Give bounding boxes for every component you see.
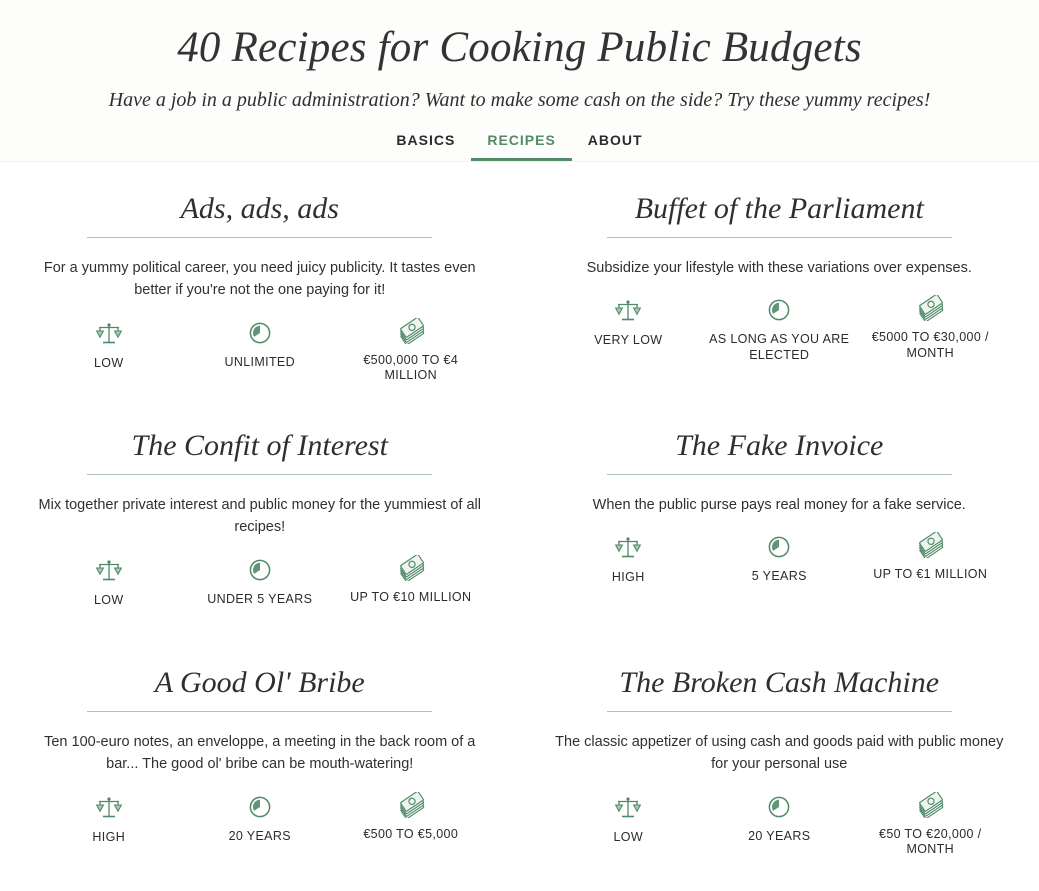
recipe-title: A Good Ol' Bribe xyxy=(28,666,492,705)
stat-clock: 20 YEARS xyxy=(184,794,335,846)
title-divider xyxy=(87,237,432,238)
stat-scales: LOW xyxy=(553,794,704,858)
stat-banknotes: €500,000 TO €4 MILLION xyxy=(335,320,486,384)
recipe-card: The Confit of Interest Mix together priva… xyxy=(0,417,520,654)
recipe-stats: HIGH 5 YEARS UP TO €1 MILLION xyxy=(548,534,1012,586)
stat-label: LOW xyxy=(94,593,124,609)
stat-scales: HIGH xyxy=(33,794,184,846)
stat-banknotes: €5000 TO €30,000 / MONTH xyxy=(855,297,1006,363)
stat-label: LOW xyxy=(613,830,643,846)
clock-icon xyxy=(248,320,272,346)
banknotes-icon xyxy=(396,318,426,344)
recipe-stats: LOW 20 YEARS €50 TO €20,000 / MONTH xyxy=(548,794,1012,858)
recipe-stats: LOW UNDER 5 YEARS UP TO €10 MILLION xyxy=(28,557,492,609)
stat-clock: UNDER 5 YEARS xyxy=(184,557,335,609)
stat-label: 5 YEARS xyxy=(752,569,807,585)
page-title: 40 Recipes for Cooking Public Budgets xyxy=(0,24,1039,72)
clock-icon xyxy=(767,794,791,820)
recipe-title: Ads, ads, ads xyxy=(28,192,492,231)
clock-icon xyxy=(248,794,272,820)
stat-banknotes: UP TO €1 MILLION xyxy=(855,534,1006,586)
recipe-stats: LOW UNLIMITED €500,000 TO €4 MILLION xyxy=(28,320,492,384)
stat-scales: HIGH xyxy=(553,534,704,586)
stat-scales: VERY LOW xyxy=(553,297,704,363)
stat-label: UP TO €1 MILLION xyxy=(873,567,987,583)
stat-label: HIGH xyxy=(612,570,645,586)
recipe-card: Ads, ads, ads For a yummy political caree… xyxy=(0,180,520,417)
stat-label: LOW xyxy=(94,356,124,372)
nav-item-about[interactable]: ABOUT xyxy=(572,129,659,161)
recipe-title: The Broken Cash Machine xyxy=(548,666,1012,705)
scales-icon xyxy=(96,321,122,347)
stat-clock: UNLIMITED xyxy=(184,320,335,384)
banknotes-icon xyxy=(915,532,945,558)
nav-item-recipes[interactable]: RECIPES xyxy=(471,129,571,161)
banknotes-icon xyxy=(915,792,945,818)
stat-clock: 5 YEARS xyxy=(704,534,855,586)
recipe-description: When the public purse pays real money fo… xyxy=(553,494,1005,516)
recipe-description: Ten 100-euro notes, an enveloppe, a meet… xyxy=(34,731,486,776)
stat-scales: LOW xyxy=(33,320,184,384)
main-nav: BASICSRECIPESABOUT xyxy=(0,129,1039,161)
banknotes-icon xyxy=(396,555,426,581)
recipe-description: For a yummy political career, you need j… xyxy=(34,257,486,302)
recipe-title: The Fake Invoice xyxy=(548,429,1012,468)
clock-icon xyxy=(248,557,272,583)
banknotes-icon xyxy=(915,295,945,321)
scales-icon xyxy=(615,298,641,324)
stat-scales: LOW xyxy=(33,557,184,609)
nav-item-basics[interactable]: BASICS xyxy=(380,129,471,161)
stat-label: UP TO €10 MILLION xyxy=(350,590,471,606)
stat-label: HIGH xyxy=(92,830,125,846)
site-header: 40 Recipes for Cooking Public Budgets Ha… xyxy=(0,0,1039,162)
clock-icon xyxy=(767,297,791,323)
title-divider xyxy=(607,711,952,712)
scales-icon xyxy=(615,795,641,821)
stat-label: UNDER 5 YEARS xyxy=(207,592,312,608)
clock-icon xyxy=(767,534,791,560)
recipe-title: The Confit of Interest xyxy=(28,429,492,468)
page-subtitle: Have a job in a public administration? W… xyxy=(0,88,1039,112)
stat-label: VERY LOW xyxy=(594,333,662,349)
recipe-card: A Good Ol' Bribe Ten 100-euro notes, an e… xyxy=(0,654,520,891)
stat-label: UNLIMITED xyxy=(224,355,295,371)
recipe-title: Buffet of the Parliament xyxy=(548,192,1012,231)
stat-label: €5000 TO €30,000 / MONTH xyxy=(856,330,1004,361)
stat-banknotes: €50 TO €20,000 / MONTH xyxy=(855,794,1006,858)
scales-icon xyxy=(615,535,641,561)
recipe-card: Buffet of the Parliament Subsidize your l… xyxy=(520,180,1039,417)
recipe-stats: HIGH 20 YEARS €500 TO €5,000 xyxy=(28,794,492,846)
stat-clock: 20 YEARS xyxy=(704,794,855,858)
stat-label: €50 TO €20,000 / MONTH xyxy=(856,827,1004,858)
stat-label: €500 TO €5,000 xyxy=(363,827,458,843)
recipes-grid: Ads, ads, ads For a yummy political caree… xyxy=(0,162,1039,891)
scales-icon xyxy=(96,795,122,821)
stat-banknotes: €500 TO €5,000 xyxy=(335,794,486,846)
recipe-description: The classic appetizer of using cash and … xyxy=(553,731,1005,776)
title-divider xyxy=(607,474,952,475)
title-divider xyxy=(607,237,952,238)
scales-icon xyxy=(96,558,122,584)
stat-banknotes: UP TO €10 MILLION xyxy=(335,557,486,609)
stat-label: 20 YEARS xyxy=(229,829,291,845)
stat-clock: AS LONG AS YOU ARE ELECTED xyxy=(704,297,855,363)
recipe-description: Subsidize your lifestyle with these vari… xyxy=(553,257,1005,279)
banknotes-icon xyxy=(396,792,426,818)
recipe-card: The Fake Invoice When the public purse pa… xyxy=(520,417,1039,654)
stat-label: €500,000 TO €4 MILLION xyxy=(337,353,485,384)
recipe-card: The Broken Cash Machine The classic appet… xyxy=(520,654,1039,891)
recipe-description: Mix together private interest and public… xyxy=(34,494,486,539)
stat-label: AS LONG AS YOU ARE ELECTED xyxy=(705,332,853,363)
recipe-stats: VERY LOW AS LONG AS YOU ARE ELECTED€5000 … xyxy=(548,297,1012,363)
title-divider xyxy=(87,711,432,712)
title-divider xyxy=(87,474,432,475)
stat-label: 20 YEARS xyxy=(748,829,810,845)
